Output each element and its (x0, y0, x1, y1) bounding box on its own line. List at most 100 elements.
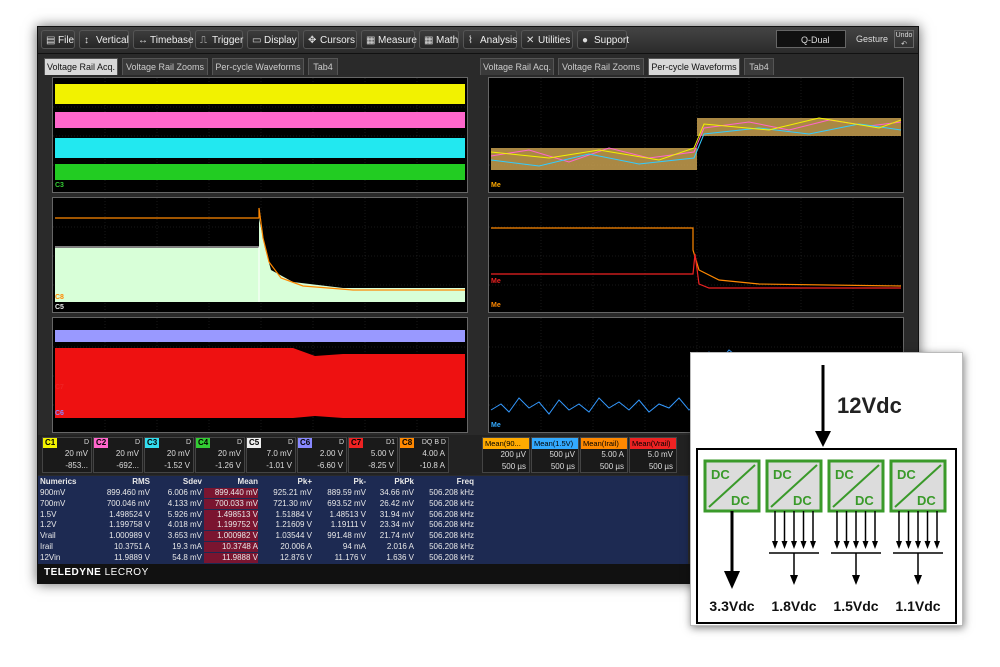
numerics-cell: 506.208 kHz (429, 488, 474, 497)
power-rail-diagram: 12Vdc DC DC 3.3Vdc DC DC 1.8Vdc DC DC 1.5Vdc DC DC… (690, 352, 963, 626)
descriptor-math-3[interactable]: Mean(Irail) 5.00 A 500 µs (580, 437, 628, 473)
menu-bar: ▤ File ↕ Vertical ↔ Timebase ⎍ Trigger ▭ Disp… (38, 27, 918, 54)
menu-cursors[interactable]: ✥ Cursors (303, 30, 357, 49)
descriptor-c7[interactable]: C7 D1 5.00 V -8.25 V (348, 437, 398, 473)
output-arrow (852, 575, 860, 585)
numerics-cell: 26.42 mV (379, 498, 414, 508)
numerics-cell: 899.460 mV (106, 488, 150, 497)
right-tab-bar: Voltage Rail Acq. Voltage Rail Zooms Per… (480, 58, 910, 76)
left-grid-rails[interactable]: C3 (52, 77, 468, 193)
menu-math[interactable]: ▦ Math (419, 30, 459, 49)
output-arrow (914, 575, 922, 585)
numerics-cell: 19.3 mA (172, 542, 202, 551)
right-grid-rail-response[interactable]: Me Me (488, 197, 904, 313)
descriptor-c8[interactable]: C8 DQ B D 4.00 A -10.8 A (399, 437, 449, 473)
numerics-cell: 5.926 mV (167, 509, 202, 519)
input-voltage-label: 12Vdc (837, 393, 902, 418)
left-grid-voltage[interactable]: C7 C6 (52, 317, 468, 433)
numerics-table: Numerics RMS Sdev Mean Pk+ Pk- PkPk Freq… (38, 476, 688, 564)
numerics-cell: 2.016 A (386, 542, 414, 551)
utilities-icon: ✕ (526, 35, 535, 46)
vertical-icon: ↕ (84, 35, 89, 46)
output-arrow (724, 571, 740, 589)
menu-timebase[interactable]: ↔ Timebase (133, 30, 194, 49)
numerics-cell: 506.208 kHz (429, 552, 474, 562)
left-tab-per-cycle-waveforms[interactable]: Per-cycle Waveforms (212, 58, 304, 75)
converter-bottom-label: DC (917, 493, 936, 508)
cursors-icon: ✥ (308, 35, 317, 46)
menu-support[interactable]: ● Support (577, 30, 629, 49)
menu-measure[interactable]: ▦ Measure (361, 30, 417, 49)
right-tab-per-cycle-waveforms[interactable]: Per-cycle Waveforms (648, 58, 740, 75)
left-grid2-label-c8: C8 (55, 294, 64, 301)
numerics-cell: 700.046 mV (106, 498, 150, 508)
numerics-cell: Vrail (40, 531, 56, 541)
descriptor-math-1[interactable]: Mean(90... 200 µV 500 µs (482, 437, 530, 473)
undo-button[interactable]: Undo ↶ (894, 30, 914, 48)
menu-display[interactable]: ▭ Display (247, 30, 299, 49)
descriptor-c2[interactable]: C2 D 20 mV -692... (93, 437, 143, 473)
left-grid-current-plot (53, 198, 467, 312)
measure-icon: ▦ (366, 35, 376, 46)
descriptor-math-2[interactable]: Mean(1.5V) 500 µV 500 µs (531, 437, 579, 473)
descriptor-c1[interactable]: C1 D 20 mV -853... (42, 437, 92, 473)
right-grid1-label: Me (491, 182, 501, 189)
gesture-label: Gesture (856, 34, 889, 44)
converter-top-label: DC (711, 467, 730, 482)
converter-bottom-label: DC (855, 493, 874, 508)
numerics-cell: 94 mA (342, 542, 366, 551)
numerics-cell: 1.498524 V (109, 509, 150, 519)
numerics-cell: 23.34 mV (379, 520, 414, 530)
brand-logo: TELEDYNE LECROY (44, 567, 149, 578)
right-grid-per-cycle[interactable]: Me (488, 77, 904, 193)
menu-vertical[interactable]: ↕ Vertical (79, 30, 129, 49)
descriptor-c6[interactable]: C6 D 2.00 V -6.60 V (297, 437, 347, 473)
menu-trigger[interactable]: ⎍ Trigger (195, 30, 243, 49)
descriptor-c3[interactable]: C3 D 20 mV -1.52 V (144, 437, 194, 473)
right-tab-voltage-rail-acq[interactable]: Voltage Rail Acq. (480, 58, 554, 75)
left-grid-current[interactable]: C8 C5 (52, 197, 468, 313)
right-tab-tab4[interactable]: Tab4 (744, 58, 774, 75)
descriptor-c5[interactable]: C5 D 7.0 mV -1.01 V (246, 437, 296, 473)
numerics-cell: 721.30 mV (273, 498, 312, 508)
numerics-row: 900mV 899.460 mV 6.006 mV 899.440 mV 925.21 … (38, 488, 688, 498)
left-grid3-label-c6: C6 (55, 410, 64, 417)
numerics-row: 1.2V 1.199758 V 4.018 mV 1.199752 V 1.21609 … (38, 520, 688, 531)
left-tab-tab4[interactable]: Tab4 (308, 58, 338, 75)
numerics-row: Irail 10.3751 A 19.3 mA 10.3748 A 20.006 A 94… (38, 542, 688, 552)
numerics-cell: 1.03544 V (275, 531, 312, 541)
numerics-cell: 10.3748 A (204, 542, 258, 552)
numerics-cell: 31.94 mV (379, 509, 414, 519)
c6-trace-band (55, 330, 465, 342)
output-arrow (790, 575, 798, 585)
descriptor-math-4[interactable]: Mean(Vrail) 5.0 mV 500 µs (629, 437, 677, 473)
right-tab-voltage-rail-zooms[interactable]: Voltage Rail Zooms (558, 58, 644, 75)
left-tab-voltage-rail-zooms[interactable]: Voltage Rail Zooms (122, 58, 208, 75)
numerics-cell: 899.440 mV (204, 488, 258, 498)
numerics-cell: 506.208 kHz (429, 498, 474, 508)
numerics-cell: 20.006 A (280, 542, 312, 551)
menu-file[interactable]: ▤ File (41, 30, 75, 49)
menu-analysis[interactable]: ⌇ Analysis (463, 30, 517, 49)
numerics-cell: 506.208 kHz (429, 520, 474, 530)
c1-trace-band (55, 84, 465, 104)
file-icon: ▤ (46, 35, 56, 46)
right-grid-rail-response-plot (489, 198, 903, 312)
left-grid-rails-plot (53, 78, 467, 192)
numerics-cell: 900mV (40, 488, 66, 497)
numerics-cell: 10.3751 A (113, 542, 150, 551)
numerics-cell: 700mV (40, 498, 66, 508)
descriptor-c4[interactable]: C4 D 20 mV -1.26 V (195, 437, 245, 473)
numerics-cell: 693.52 mV (327, 498, 366, 508)
numerics-cell: 1.199758 V (109, 520, 150, 530)
left-tab-voltage-rail-acq[interactable]: Voltage Rail Acq. (44, 58, 118, 75)
numerics-cell: 3.653 mV (167, 531, 202, 541)
numerics-cell: 1.5V (40, 509, 57, 519)
mode-badge[interactable]: Q-Dual (776, 30, 846, 48)
right-grid2-label-a: Me (491, 278, 501, 285)
numerics-cell: 11.9889 V (114, 552, 150, 562)
converter-bottom-label: DC (731, 493, 750, 508)
menu-utilities[interactable]: ✕ Utilities (521, 30, 573, 49)
right-grid2-label-b: Me (491, 302, 501, 309)
numerics-cell: 506.208 kHz (429, 531, 474, 541)
